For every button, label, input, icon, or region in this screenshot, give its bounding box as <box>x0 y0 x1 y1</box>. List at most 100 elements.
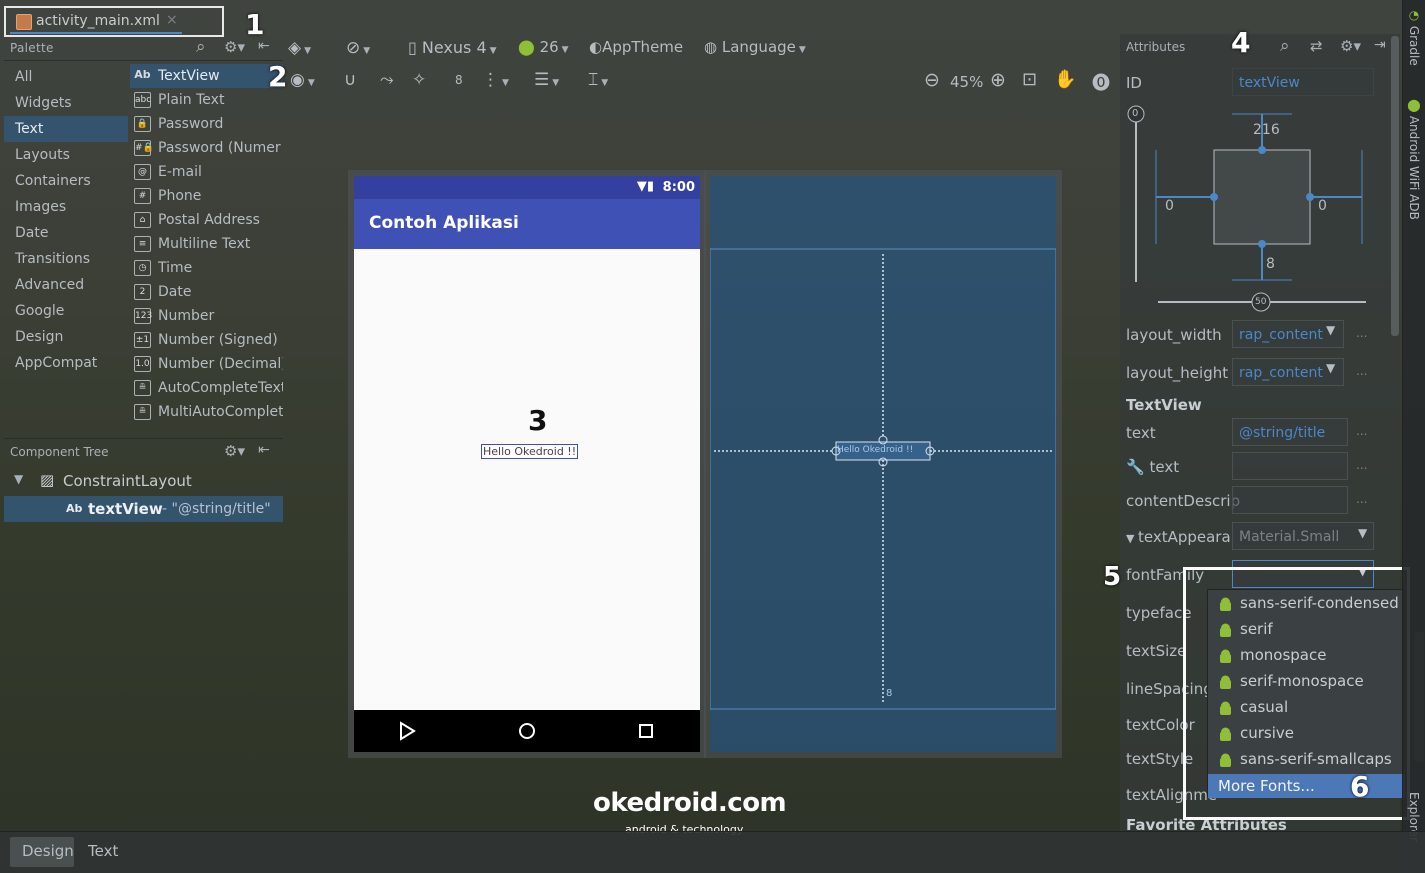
widget-number-signed[interactable]: ±1 Number (Signed) <box>130 328 283 352</box>
category-all[interactable]: All <box>4 64 128 90</box>
tab-text[interactable]: Text <box>88 842 118 860</box>
gear-icon[interactable]: ⚙▾ <box>224 442 245 460</box>
swap-view-icon[interactable]: ⇄ <box>1310 37 1323 55</box>
blueprint-constraints <box>709 248 1057 710</box>
bottom-margin-label: 8 <box>886 688 893 699</box>
search-icon[interactable]: ⌕ <box>1280 36 1290 56</box>
category-date[interactable]: Date <box>4 220 128 246</box>
editor-file-tab[interactable]: activity_main.xml × <box>4 6 224 37</box>
preview-textview[interactable]: Hello Okedroid !! <box>481 444 579 459</box>
collapse-panel-icon[interactable]: ⇤ <box>258 442 270 458</box>
widget-autocomplete[interactable]: ≞ AutoCompleteText <box>130 376 283 400</box>
text-appearance-dropdown-icon[interactable]: ▼ <box>1358 526 1367 540</box>
typeface-label: typeface <box>1126 604 1192 622</box>
attributes-scrollbar[interactable] <box>1391 36 1399 336</box>
vertical-bias-value[interactable]: 0 <box>1132 108 1138 119</box>
widget-multiline-text[interactable]: ≡ Multiline Text <box>130 232 283 256</box>
widget-time[interactable]: ◷ Time <box>130 256 283 280</box>
layout-width-more[interactable]: ... <box>1356 326 1367 340</box>
tab-design[interactable]: Design <box>10 837 74 867</box>
api-selector[interactable]: ⬤ 26 ▼ <box>518 38 569 56</box>
palette-categories: All Widgets Text Layouts Containers Imag… <box>4 64 128 428</box>
zoom-in-icon[interactable]: ⊕ <box>990 69 1006 91</box>
guidelines-icon[interactable]: ⌶ ▼ <box>588 70 608 90</box>
category-images[interactable]: Images <box>4 194 128 220</box>
widget-email[interactable]: @ E-mail <box>130 160 283 184</box>
zoom-out-icon[interactable]: ⊖ <box>924 69 940 91</box>
top-margin-value[interactable]: 216 <box>1253 122 1280 138</box>
expand-arrow-icon[interactable]: ▼ <box>1126 532 1138 545</box>
category-containers[interactable]: Containers <box>4 168 128 194</box>
layers-icon[interactable]: ◈ ▼ <box>288 38 311 58</box>
right-margin-value[interactable]: 0 <box>1318 198 1327 214</box>
left-margin-value[interactable]: 0 <box>1165 198 1174 214</box>
blueprint-textview-label[interactable]: Hello Okedroid !! <box>837 445 913 455</box>
orientation-icon[interactable]: ⊘ ▼ <box>346 38 370 58</box>
layout-width-dropdown-icon[interactable]: ▼ <box>1326 323 1335 337</box>
status-time: 8:00 <box>662 180 695 195</box>
pack-icon[interactable]: ⋮ ▼ <box>482 70 509 90</box>
collapse-panel-icon[interactable]: ⇤ <box>258 38 270 54</box>
category-transitions[interactable]: Transitions <box>4 246 128 272</box>
pan-hand-icon[interactable]: ✋ <box>1054 69 1076 90</box>
magnet-icon[interactable]: ∪ <box>344 70 356 90</box>
widget-password-numeric[interactable]: #🔒 Password (Numer <box>130 136 283 160</box>
tree-node-constraintlayout[interactable]: ▼ ▨ ConstraintLayout <box>4 468 283 494</box>
widget-textview[interactable]: Ab TextView <box>130 64 283 88</box>
widget-phone[interactable]: # Phone <box>130 184 283 208</box>
tab-design-label: Design <box>22 842 74 860</box>
gradle-tool-tab[interactable]: ◔ Gradle <box>1407 8 1421 66</box>
category-widgets[interactable]: Widgets <box>4 90 128 116</box>
warning-icon[interactable]: ⓿ <box>1092 69 1110 95</box>
category-design[interactable]: Design <box>4 324 128 350</box>
category-appcompat[interactable]: AppCompat <box>4 350 128 376</box>
id-field[interactable]: textView <box>1232 68 1374 96</box>
widget-multiautocomplete[interactable]: ≞ MultiAutoComplet <box>130 400 283 424</box>
widget-password[interactable]: 🔒 Password <box>130 112 283 136</box>
default-margin[interactable]: 8 <box>455 73 463 87</box>
widget-number-decimal[interactable]: 1.0 Number (Decimal) <box>130 352 283 376</box>
widget-date[interactable]: 2 Date <box>130 280 283 304</box>
app-bar: Contoh Aplikasi <box>354 199 700 249</box>
widget-postal-address[interactable]: ⌂ Postal Address <box>130 208 283 232</box>
device-label: Nexus 4 <box>421 38 487 57</box>
at-sign-icon: @ <box>134 164 151 180</box>
magic-wand-icon[interactable]: ✧ <box>412 70 426 90</box>
zoom-fit-icon[interactable]: ⊡ <box>1022 69 1037 90</box>
bottom-margin-value[interactable]: 8 <box>1266 256 1275 272</box>
text-appearance-field[interactable]: Material.Small <box>1232 522 1374 550</box>
widget-plain-text[interactable]: abc Plain Text <box>130 88 283 112</box>
search-icon[interactable]: ⌕ <box>196 37 206 57</box>
category-google[interactable]: Google <box>4 298 128 324</box>
wifi-adb-tool-tab[interactable]: ⬤ Android WiFi ADB <box>1407 98 1421 220</box>
eye-icon[interactable]: ◉ ▼ <box>290 70 315 90</box>
widget-label: Number (Decimal) <box>158 356 283 372</box>
language-selector[interactable]: ◍ Language ▼ <box>704 38 806 56</box>
device-selector[interactable]: ▯ Nexus 4 ▼ <box>408 38 497 57</box>
category-text[interactable]: Text <box>4 116 128 142</box>
text-more[interactable]: ... <box>1356 424 1367 438</box>
horizontal-bias-value[interactable]: 50 <box>1255 297 1266 307</box>
category-advanced[interactable]: Advanced <box>4 272 128 298</box>
theme-selector[interactable]: ◐AppTheme <box>589 38 683 56</box>
tree-node-textview[interactable]: Ab textView - "@string/title" <box>4 496 283 522</box>
align-icon[interactable]: ☰ ▼ <box>534 70 559 90</box>
content-description-more[interactable]: ... <box>1356 492 1367 506</box>
gear-icon[interactable]: ⚙▾ <box>224 38 245 56</box>
text-field[interactable]: @string/title <box>1232 418 1348 446</box>
layout-height-more[interactable]: ... <box>1356 364 1367 378</box>
tools-text-more[interactable]: ... <box>1356 458 1367 472</box>
clear-constraints-icon[interactable]: ⤳ <box>380 70 394 90</box>
active-tab-underline <box>10 32 182 34</box>
content-description-field[interactable] <box>1232 486 1348 514</box>
close-tab-icon[interactable]: × <box>166 12 178 28</box>
expand-arrow-icon[interactable]: ▼ <box>14 472 23 486</box>
id-label: ID <box>1126 74 1142 92</box>
category-layouts[interactable]: Layouts <box>4 142 128 168</box>
gear-icon[interactable]: ⚙▾ <box>1340 37 1361 55</box>
layout-height-dropdown-icon[interactable]: ▼ <box>1326 361 1335 375</box>
widget-number[interactable]: 123 Number <box>130 304 283 328</box>
hide-panel-icon[interactable]: ⇥ <box>1374 37 1386 53</box>
tools-text-field[interactable] <box>1232 452 1348 480</box>
text-appearance-label-text: textAppeara <box>1137 528 1231 546</box>
